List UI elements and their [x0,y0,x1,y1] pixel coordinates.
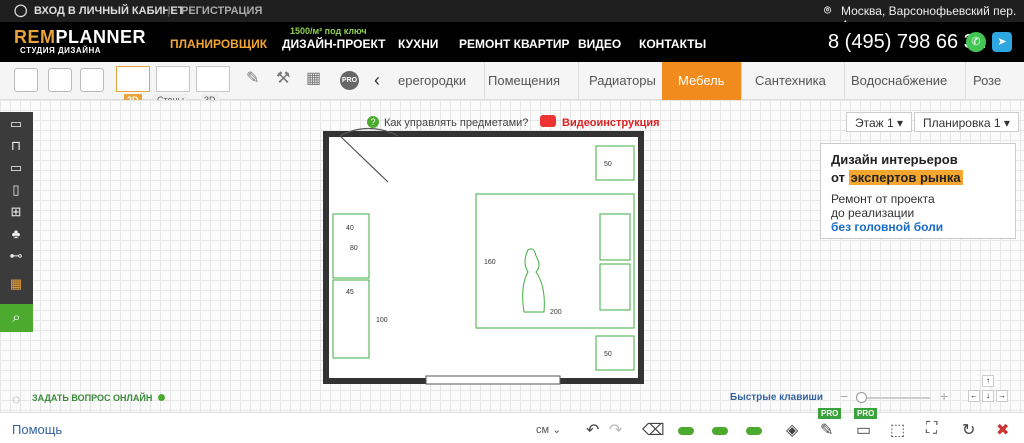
fullscreen-icon[interactable]: ⛶ [926,420,937,438]
plant-icon[interactable]: ♣ [4,224,28,244]
paint-icon[interactable]: ◈ [786,420,798,440]
nav-contacts[interactable]: КОНТАКТЫ [639,37,706,51]
sofa-icon[interactable]: ▭ [4,114,28,134]
room-walls [323,131,644,384]
pro-badge: PRO [818,408,842,419]
location-icon: ⌾ [824,3,832,17]
dim-label: 40 [346,225,354,232]
main-header: REMPLANNER СТУДИЯ ДИЗАЙНА ПЛАНИРОВЩИК 15… [0,22,1024,62]
tab-rooms[interactable]: Помещения [470,62,580,100]
unit-select[interactable]: см ⌄ [536,423,561,436]
pro-badge: PRO [854,408,878,419]
price-note: 1500/м² под ключ [290,26,367,36]
ad-line: без головной боли [831,220,944,234]
login-link[interactable]: ВХОД В ЛИЧНЫЙ КАБИНЕТ [34,5,184,17]
window [425,375,561,385]
zoom-out-icon[interactable]: − [840,388,848,404]
ad-line: Ремонт от проекта [831,192,935,206]
radiator-icon[interactable]: ⊞ [4,202,28,222]
video-guide-link[interactable]: Видеоинструкция [562,117,660,129]
grid-icon[interactable]: ▦ [4,274,28,294]
toggle-dimensions[interactable] [712,427,728,435]
tab-furniture[interactable]: Мебель [662,62,742,100]
dim-label: 160 [484,259,496,266]
left-object-panel: ▭ ⊓ ▭ ▯ ⊞ ♣ ⊷ ▦ ⌕ [0,112,33,332]
undo-icon[interactable]: ↶ [586,420,599,440]
logo[interactable]: REMPLANNER [14,27,146,48]
shortcuts-link[interactable]: Быстрые клавиши [730,392,823,403]
dim-label: 100 [376,317,388,324]
fitness-icon[interactable]: ⊷ [4,246,28,266]
clear-all-icon[interactable]: ✖ [996,420,1009,440]
nav-design-project[interactable]: ДИЗАЙН-ПРОЕКТ [282,37,385,51]
promo-banner[interactable]: Дизайн интерьеров от экспертов рынка Рем… [820,143,1016,239]
zoom-in-icon[interactable]: + [940,388,948,404]
mode-walls-button[interactable] [156,66,190,92]
wardrobe-icon[interactable]: ▯ [4,180,28,200]
top-bar: ◯ ВХОД В ЛИЧНЫЙ КАБИНЕТ | РЕГИСТРАЦИЯ ⌾ … [0,0,1024,32]
telegram-icon[interactable]: ➤ [992,32,1012,52]
nav-kitchens[interactable]: КУХНИ [398,37,438,51]
tab-sockets[interactable]: Розе [955,62,1019,100]
save-icon[interactable] [48,68,72,92]
table-icon[interactable]: ⊓ [4,136,28,156]
how-to-link[interactable]: Как управлять предметами? [384,117,528,129]
tool-bar: 2D Стены 3D ✎ ⚒ ▦ PRO ‹ ерегородки Помещ… [0,62,1024,106]
zoom-slider[interactable] [856,397,930,399]
pan-left-icon[interactable]: ← [968,390,980,402]
chat-icon[interactable]: ◌ [12,391,20,407]
app-root: ◯ ВХОД В ЛИЧНЫЙ КАБИНЕТ | РЕГИСТРАЦИЯ ⌾ … [0,0,1024,443]
nav-renovation[interactable]: РЕМОНТ КВАРТИР [459,37,570,51]
ad-subtitle: от экспертов рынка [831,170,963,185]
comment-icon[interactable]: ▭ [856,420,871,440]
toggle-hints[interactable] [678,427,694,435]
pan-up-icon[interactable]: ↑ [982,375,994,387]
online-dot [158,394,165,401]
phone-number[interactable]: 8 (495) 798 66 31 [828,31,986,54]
mode-2d-button[interactable] [116,66,150,92]
pan-down-icon[interactable]: ↓ [982,390,994,402]
redo-icon[interactable]: ↷ [609,420,622,440]
help-icon[interactable]: ? [367,116,379,128]
mode-3d-button[interactable] [196,66,230,92]
tab-water-supply[interactable]: Водоснабжение [833,62,967,100]
dim-label: 80 [350,245,358,252]
zoom-slider-handle[interactable] [856,392,867,403]
pencil-icon[interactable]: ✎ [820,420,833,440]
dim-label: 200 [550,309,562,316]
nav-video[interactable]: ВИДЕО [578,37,621,51]
help-button[interactable]: Помощь [12,422,62,437]
dim-label: 50 [604,351,612,358]
pan-right-icon[interactable]: → [996,390,1008,402]
user-icon: ◯ [14,3,28,17]
divider: | [167,5,171,17]
toggle-visibility[interactable] [746,427,762,435]
delete-icon[interactable]: ⌫ [642,420,665,440]
ad-line: до реализации [831,206,915,220]
register-link[interactable]: РЕГИСТРАЦИЯ [181,5,262,17]
tab-radiators[interactable]: Радиаторы [571,62,675,100]
expand-icon[interactable]: ⬚ [890,420,905,440]
grid-tool-icon[interactable]: ▦ [306,68,330,92]
logo-subtitle: СТУДИЯ ДИЗАЙНА [20,46,101,55]
ruler-icon[interactable]: ✎ [246,68,270,92]
tools-icon[interactable]: ⚒ [276,68,300,92]
ad-title: Дизайн интерьеров [831,152,958,167]
search-icon[interactable]: ⌕ [0,304,33,332]
pro-badge-icon[interactable]: PRO [340,71,359,90]
nav-planner[interactable]: ПЛАНИРОВЩИК [170,37,267,51]
tv-icon[interactable]: ▭ [4,158,28,178]
dim-label: 45 [346,289,354,296]
print-icon[interactable] [80,68,104,92]
ask-online-link[interactable]: ЗАДАТЬ ВОПРОС ОНЛАЙН [32,393,152,403]
whatsapp-icon[interactable]: ✆ [966,32,986,52]
dim-label: 50 [604,161,612,168]
floor-select[interactable]: Этаж 1 ▾ [846,112,913,132]
new-file-icon[interactable] [14,68,38,92]
tab-plumbing[interactable]: Сантехника [737,62,845,100]
youtube-icon [540,115,556,127]
reset-icon[interactable]: ↻ [962,420,975,440]
layout-select[interactable]: Планировка 1 ▾ [914,112,1019,132]
